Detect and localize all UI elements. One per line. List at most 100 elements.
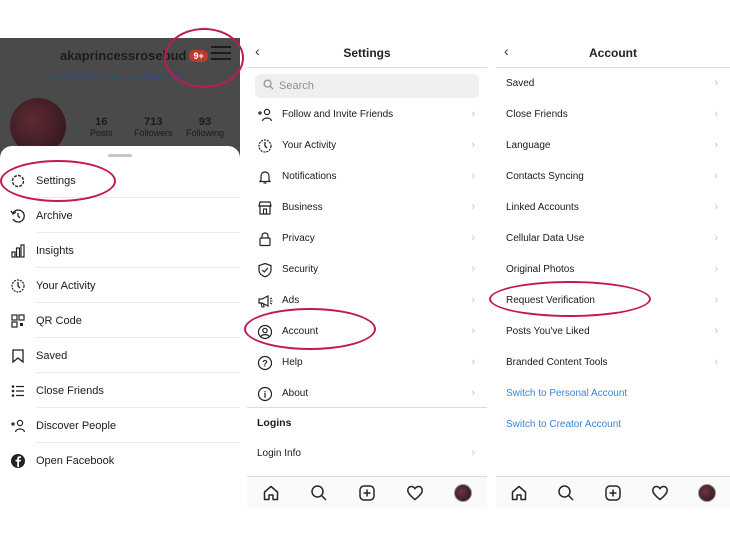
account-header: ‹ Account	[496, 38, 730, 68]
account-item-close-friends[interactable]: Close Friends ›	[496, 99, 730, 130]
bookmark-icon	[8, 346, 28, 366]
settings-item-help[interactable]: ? Help ›	[247, 347, 487, 378]
settings-item-account[interactable]: Account ›	[247, 316, 487, 347]
home-icon[interactable]	[260, 482, 282, 504]
activity-icon	[8, 276, 28, 296]
settings-item-security[interactable]: Security ›	[247, 254, 487, 285]
chevron-right-icon: ›	[714, 325, 718, 337]
search-input[interactable]: Search	[255, 74, 479, 98]
notification-badge: 9+	[189, 50, 208, 62]
menu-item-your-activity[interactable]: Your Activity	[0, 268, 240, 303]
covid-resources-link[interactable]: • See COVID-19 Business Resources	[48, 73, 182, 82]
chevron-right-icon: ›	[471, 108, 475, 120]
menu-item-open-facebook[interactable]: Open Facebook	[0, 443, 240, 478]
menu-item-qr-code[interactable]: QR Code	[0, 303, 240, 338]
add-person-icon	[8, 416, 28, 436]
account-icon	[256, 323, 274, 341]
chevron-right-icon: ›	[714, 108, 718, 120]
activity-icon	[256, 137, 274, 155]
hamburger-menu-icon[interactable]	[211, 46, 231, 60]
chevron-right-icon: ›	[471, 201, 475, 213]
chevron-right-icon: ›	[471, 139, 475, 151]
profile-tab-avatar[interactable]	[452, 482, 474, 504]
chevron-right-icon: ›	[714, 201, 718, 213]
new-post-icon[interactable]	[602, 482, 624, 504]
account-item-contacts-syncing[interactable]: Contacts Syncing ›	[496, 161, 730, 192]
account-item-posts-liked[interactable]: Posts You've Liked ›	[496, 316, 730, 347]
menu-item-insights[interactable]: Insights	[0, 233, 240, 268]
chevron-right-icon: ›	[471, 294, 475, 306]
settings-item-follow-invite[interactable]: Follow and Invite Friends ›	[247, 99, 487, 130]
followers-stat[interactable]: 713 Followers	[134, 116, 173, 138]
menu-item-saved[interactable]: Saved	[0, 338, 240, 373]
megaphone-icon	[256, 292, 274, 310]
account-item-language[interactable]: Language ›	[496, 130, 730, 161]
following-stat[interactable]: 93 Following	[186, 116, 224, 138]
page-title: Account	[589, 46, 637, 60]
insights-icon	[8, 241, 28, 261]
store-icon	[256, 199, 274, 217]
profile-tab-avatar[interactable]	[696, 482, 718, 504]
new-post-icon[interactable]	[356, 482, 378, 504]
home-icon[interactable]	[508, 482, 530, 504]
profile-header: akaprincessrosebud 9+ • See COVID-19 Busi…	[0, 38, 240, 163]
archive-icon	[8, 206, 28, 226]
gear-icon	[8, 171, 28, 191]
account-panel: ‹ Account Saved › Close Friends › Langua…	[496, 38, 730, 508]
settings-header: ‹ Settings	[247, 38, 487, 68]
settings-item-about[interactable]: i About ›	[247, 378, 487, 409]
search-icon[interactable]	[555, 482, 577, 504]
bottom-tab-bar	[247, 476, 487, 508]
account-item-original-photos[interactable]: Original Photos ›	[496, 254, 730, 285]
chevron-right-icon: ›	[714, 77, 718, 89]
chevron-right-icon: ›	[714, 139, 718, 151]
heart-icon[interactable]	[649, 482, 671, 504]
account-item-branded-content[interactable]: Branded Content Tools ›	[496, 347, 730, 378]
chevron-right-icon: ›	[714, 263, 718, 275]
search-icon[interactable]	[308, 482, 330, 504]
chevron-right-icon: ›	[714, 232, 718, 244]
bell-icon	[256, 168, 274, 186]
add-person-icon	[256, 106, 274, 124]
chevron-right-icon: ›	[471, 170, 475, 182]
settings-item-business[interactable]: Business ›	[247, 192, 487, 223]
logins-section-header: Logins	[257, 416, 292, 429]
chevron-right-icon: ›	[471, 232, 475, 244]
info-icon: i	[256, 385, 274, 403]
qr-code-icon	[8, 311, 28, 331]
help-icon: ?	[256, 354, 274, 372]
settings-item-login-info[interactable]: Login Info ›	[247, 438, 487, 469]
settings-item-notifications[interactable]: Notifications ›	[247, 161, 487, 192]
settings-item-privacy[interactable]: Privacy ›	[247, 223, 487, 254]
profile-menu-panel: akaprincessrosebud 9+ • See COVID-19 Busi…	[0, 38, 240, 480]
account-item-saved[interactable]: Saved ›	[496, 68, 730, 99]
chevron-right-icon: ›	[471, 356, 475, 368]
chevron-right-icon: ›	[471, 447, 475, 459]
menu-item-close-friends[interactable]: Close Friends	[0, 373, 240, 408]
menu-item-archive[interactable]: Archive	[0, 198, 240, 233]
menu-item-discover-people[interactable]: Discover People	[0, 408, 240, 443]
menu-item-settings[interactable]: Settings	[0, 163, 240, 198]
posts-stat[interactable]: 16 Posts	[90, 116, 113, 138]
facebook-icon	[8, 451, 28, 471]
chevron-right-icon: ›	[714, 170, 718, 182]
switch-personal-account-link[interactable]: Switch to Personal Account	[496, 378, 730, 409]
menu-sheet: Settings Archive Insights Your Activity	[0, 146, 240, 480]
svg-text:i: i	[264, 389, 267, 399]
chevron-right-icon: ›	[714, 294, 718, 306]
settings-item-ads[interactable]: Ads ›	[247, 285, 487, 316]
page-title: Settings	[343, 46, 391, 60]
switch-creator-account-link[interactable]: Switch to Creator Account	[496, 409, 730, 440]
heart-icon[interactable]	[404, 482, 426, 504]
settings-item-your-activity[interactable]: Your Activity ›	[247, 130, 487, 161]
account-item-linked-accounts[interactable]: Linked Accounts ›	[496, 192, 730, 223]
account-item-request-verification[interactable]: Request Verification ›	[496, 285, 730, 316]
close-friends-icon	[8, 381, 28, 401]
search-placeholder: Search	[279, 80, 314, 92]
chevron-right-icon: ›	[471, 263, 475, 275]
account-item-cellular-data[interactable]: Cellular Data Use ›	[496, 223, 730, 254]
chevron-right-icon: ›	[714, 356, 718, 368]
profile-username[interactable]: akaprincessrosebud 9+	[60, 48, 208, 63]
sheet-handle[interactable]	[108, 154, 132, 157]
settings-panel: ‹ Settings Search Follow and Invite Frie…	[247, 38, 487, 508]
